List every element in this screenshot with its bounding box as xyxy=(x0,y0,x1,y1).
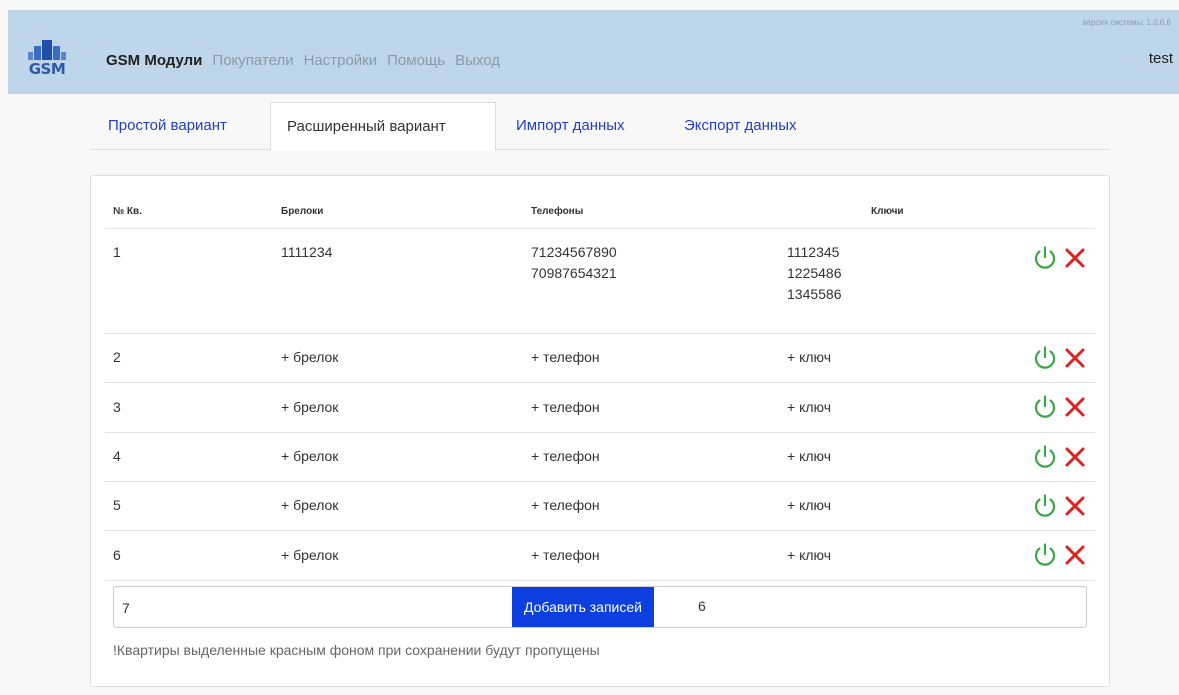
fobs-cell[interactable]: + брелок xyxy=(281,495,338,516)
nav-logout[interactable]: Выход xyxy=(455,52,500,69)
header-divider xyxy=(105,228,1095,229)
tab-extended[interactable]: Расширенный вариант xyxy=(270,102,496,151)
user-name[interactable]: test xyxy=(1149,50,1173,67)
col-header-phones: Телефоны xyxy=(531,206,584,217)
nav-customers[interactable]: Покупатели xyxy=(212,52,293,69)
apartment-number: 3 xyxy=(113,398,121,415)
records-panel: № Кв. Брелоки Телефоны Ключи 1 1111234 712… xyxy=(90,175,1110,687)
delete-icon[interactable] xyxy=(1063,346,1087,370)
delete-icon[interactable] xyxy=(1063,494,1087,518)
nav-settings[interactable]: Настройки xyxy=(304,52,378,69)
fobs-cell[interactable]: + брелок xyxy=(281,397,338,418)
apartment-number: 2 xyxy=(113,349,121,365)
row-divider xyxy=(105,333,1095,334)
fobs-cell[interactable]: + брелок xyxy=(281,347,338,368)
records-total-count: 6 xyxy=(698,598,706,614)
tab-bar: Простой вариант Расширенный вариант Импо… xyxy=(90,102,1110,151)
row-divider xyxy=(105,432,1095,433)
col-header-apartment: № Кв. xyxy=(113,206,142,217)
tab-import[interactable]: Импорт данных xyxy=(516,102,625,150)
delete-icon[interactable] xyxy=(1063,246,1087,270)
phones-cell[interactable]: + телефон xyxy=(531,347,600,368)
apartment-number: 5 xyxy=(113,497,121,513)
keys-cell[interactable]: + ключ xyxy=(787,446,831,467)
phones-cell[interactable]: 71234567890 70987654321 xyxy=(531,242,617,284)
top-navbar: GSM GSM Модули Покупатели Настройки Помо… xyxy=(8,10,1179,94)
fobs-cell[interactable]: + брелок xyxy=(281,446,338,467)
keys-cell[interactable]: 1112345 1225486 1345586 xyxy=(787,242,842,305)
version-label: версия системы: 1.0.6.6 xyxy=(1082,18,1171,27)
nav-help[interactable]: Помощь xyxy=(387,52,445,69)
power-icon[interactable] xyxy=(1031,492,1059,520)
apartment-number: 4 xyxy=(113,448,121,464)
row-divider xyxy=(105,580,1095,581)
row-divider xyxy=(105,530,1095,531)
phones-cell[interactable]: + телефон xyxy=(531,495,600,516)
delete-icon[interactable] xyxy=(1063,395,1087,419)
gsm-logo[interactable]: GSM xyxy=(20,36,74,82)
power-icon[interactable] xyxy=(1031,443,1059,471)
power-icon[interactable] xyxy=(1031,244,1059,272)
keys-cell[interactable]: + ключ xyxy=(787,545,831,566)
phones-cell[interactable]: + телефон xyxy=(531,446,600,467)
delete-icon[interactable] xyxy=(1063,543,1087,567)
power-icon[interactable] xyxy=(1031,541,1059,569)
phones-cell[interactable]: + телефон xyxy=(531,397,600,418)
phones-cell[interactable]: + телефон xyxy=(531,545,600,566)
tab-export[interactable]: Экспорт данных xyxy=(684,102,796,150)
add-records-group: Добавить записей 6 xyxy=(113,586,1087,628)
delete-icon[interactable] xyxy=(1063,445,1087,469)
tab-simple[interactable]: Простой вариант xyxy=(108,102,227,150)
power-icon[interactable] xyxy=(1031,393,1059,421)
keys-cell[interactable]: + ключ xyxy=(787,397,831,418)
fobs-cell[interactable]: 1111234 xyxy=(281,242,332,263)
keys-cell[interactable]: + ключ xyxy=(787,495,831,516)
main-nav: GSM Модули Покупатели Настройки Помощь В… xyxy=(106,52,500,69)
records-count-input[interactable] xyxy=(122,595,502,621)
col-header-fobs: Брелоки xyxy=(281,206,324,217)
apartment-number: 1 xyxy=(113,244,121,260)
apartment-number: 6 xyxy=(113,546,121,563)
row-divider xyxy=(105,481,1095,482)
nav-gsm-modules[interactable]: GSM Модули xyxy=(106,52,202,69)
fobs-cell[interactable]: + брелок xyxy=(281,545,338,566)
skip-note: !Квартиры выделенные красным фоном при с… xyxy=(113,642,600,658)
logo-text: GSM xyxy=(28,60,66,78)
row-divider xyxy=(105,382,1095,383)
add-records-button[interactable]: Добавить записей xyxy=(512,587,654,627)
keys-cell[interactable]: + ключ xyxy=(787,347,831,368)
power-icon[interactable] xyxy=(1031,344,1059,372)
col-header-keys: Ключи xyxy=(871,206,904,217)
